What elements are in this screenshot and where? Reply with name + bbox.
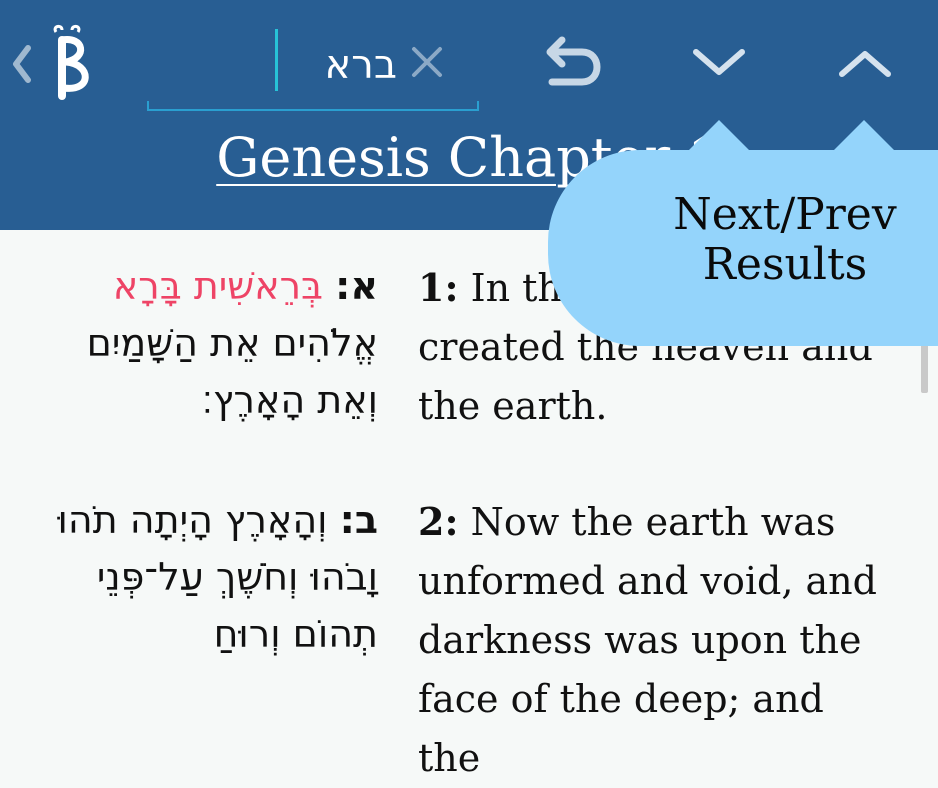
hebrew-text (182, 264, 194, 308)
clear-search-button[interactable] (410, 45, 444, 79)
hebrew-text: אֱלֹהִים אֵת הַשָּׁמַיִם וְאֵת הָאָרֶץ׃ (86, 321, 378, 422)
english-text: Now the earth was unformed and void, and… (418, 500, 877, 780)
tooltip-pointer (683, 120, 755, 156)
tooltip-line: Next/Prev (673, 189, 897, 240)
text-caret (275, 29, 278, 91)
hebrew-verse: א: בְּרֵאשִׁית בָּרָא אֱלֹהִים אֵת הַשָּ… (18, 258, 378, 429)
search-underline (147, 101, 479, 111)
search-highlight: בְּרֵאשִׁית (193, 264, 324, 308)
hebrew-text: וְהָאָרֶץ הָיְתָה תֹהוּ וָבֹהוּ וְחֹשֶׁך… (57, 498, 378, 656)
tooltip-text: Next/Prev Results (620, 190, 938, 290)
english-verse-number: 2: (418, 499, 459, 544)
close-icon (412, 47, 442, 77)
english-verse-number: 1: (418, 265, 459, 310)
hebrew-verse-number: א: (335, 264, 378, 308)
beta-logo-icon[interactable] (48, 22, 98, 102)
chevron-down-icon (693, 49, 745, 75)
search-input[interactable] (147, 25, 417, 105)
chevron-left-icon[interactable] (8, 40, 36, 88)
english-verse: 2: Now the earth was unformed and void, … (418, 492, 898, 788)
tooltip-pointer (828, 120, 900, 156)
chevron-up-icon (839, 51, 891, 77)
hebrew-verse-number: ב: (339, 498, 378, 542)
search-highlight: בָּרָא (112, 264, 182, 308)
next-result-button[interactable] (690, 44, 748, 80)
undo-icon (546, 36, 601, 86)
prev-result-button[interactable] (836, 44, 894, 80)
tooltip-line: Results (702, 239, 868, 290)
hebrew-verse: ב: וְהָאָרֶץ הָיְתָה תֹהוּ וָבֹהוּ וְחֹש… (18, 492, 378, 663)
undo-button[interactable] (542, 36, 606, 92)
